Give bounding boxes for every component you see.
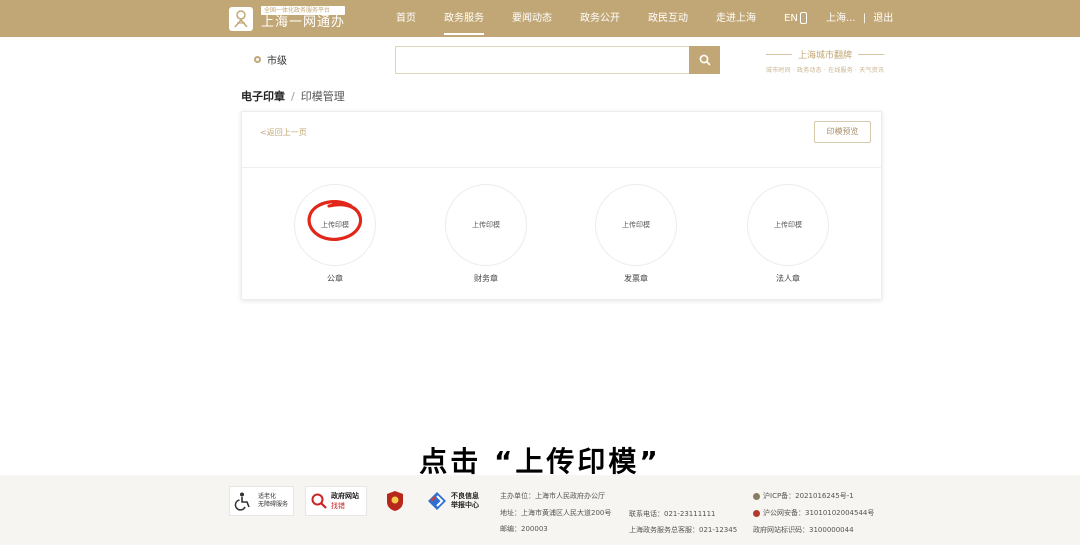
- back-link[interactable]: <返回上一页: [260, 127, 307, 138]
- seal-item-legal-rep: 上传印模 法人章: [747, 184, 829, 284]
- police-text: 沪公网安备：31010102004544号: [763, 509, 875, 517]
- party-emblem-badge[interactable]: [383, 486, 407, 516]
- elder-badge-line2: 无障碍服务: [258, 501, 289, 508]
- upload-seal-button[interactable]: 上传印模: [294, 184, 376, 266]
- footer-icp[interactable]: 沪ICP备：2021016245号-1: [753, 491, 854, 501]
- police-badge-icon: [753, 509, 760, 517]
- nav-item-gov-services[interactable]: 政务服务: [444, 0, 484, 37]
- footer-address: 地址：上海市黄浦区人民大道200号: [500, 509, 612, 517]
- site-footer: 适老化 无障碍服务 政府网站 找错 不良信息 举报中心 主办单位：上海市人民政府…: [0, 475, 1080, 545]
- brand-subtitle: 城市时间 · 政务动态 · 在线服务 · 天气资讯: [765, 67, 885, 74]
- seal-label: 公章: [327, 274, 343, 283]
- accessibility-icon: [234, 492, 250, 511]
- user-name[interactable]: 上海...: [826, 13, 856, 24]
- upload-seal-button[interactable]: 上传印模: [747, 184, 829, 266]
- seal-label: 发票章: [624, 274, 648, 283]
- report-center-icon: [428, 492, 446, 510]
- nav-item-interaction[interactable]: 政民互动: [648, 0, 688, 37]
- icp-text: 沪ICP备：2021016245号-1: [763, 492, 854, 500]
- user-divider: |: [862, 13, 867, 24]
- footer-police-record[interactable]: 沪公网安备：31010102004544号: [753, 508, 874, 518]
- top-nav-bar: 全国一体化政务服务平台 上海一网通办 首页 政务服务 要闻动态 政务公开 政民互…: [0, 0, 1080, 37]
- seal-list: 上传印模 公章 上传印模 财务章 上传印模 发票章 上传印模 法人章: [242, 184, 883, 284]
- search-input[interactable]: [395, 46, 689, 74]
- breadcrumb-page: 印模管理: [300, 90, 345, 103]
- footer-phone: 联系电话：021-23111111: [629, 510, 716, 518]
- panel-header: <返回上一页 印模预览: [242, 112, 881, 168]
- nav-item-english[interactable]: EN: [784, 0, 798, 37]
- logo-subtitle: 全国一体化政务服务平台: [261, 6, 346, 15]
- seal-preview-button[interactable]: 印模预览: [814, 121, 871, 143]
- city-brand-banner[interactable]: 上海城市翻牌 城市时间 · 政务动态 · 在线服务 · 天气资讯: [755, 48, 895, 74]
- seal-item-invoice: 上传印模 发票章: [595, 184, 677, 284]
- breadcrumb-separator: /: [291, 89, 295, 103]
- gov-badge-line2: 找错: [331, 501, 345, 510]
- icp-badge-icon: [753, 492, 760, 500]
- footer-sponsor: 主办单位：上海市人民政府办公厅: [500, 492, 605, 500]
- report-badge-line2: 举报中心: [451, 501, 479, 509]
- location-pin-icon: [254, 56, 261, 63]
- region-label: 市级: [267, 56, 287, 67]
- breadcrumb: 电子印章 / 印模管理: [241, 88, 345, 104]
- magnifier-icon: [311, 493, 327, 509]
- mobile-phone-icon[interactable]: [800, 12, 807, 24]
- logo-title: 上海一网通办: [261, 15, 346, 30]
- user-area: 上海... | 退出: [826, 0, 893, 37]
- upload-seal-button[interactable]: 上传印模: [595, 184, 677, 266]
- nav-item-gov-open[interactable]: 政务公开: [580, 0, 620, 37]
- seal-management-panel: <返回上一页 印模预览 上传印模 公章 上传印模 财务章 上传印模 发票章 上传…: [241, 111, 882, 300]
- footer-site-code: 政府网站标识码：3100000044: [753, 526, 854, 534]
- upload-seal-button[interactable]: 上传印模: [445, 184, 527, 266]
- search-button[interactable]: [689, 46, 720, 74]
- elder-badge-line1: 适老化: [258, 493, 277, 500]
- breadcrumb-current-section[interactable]: 电子印章: [241, 88, 285, 104]
- seal-label: 法人章: [776, 274, 800, 283]
- site-logo[interactable]: 全国一体化政务服务平台 上海一网通办: [229, 6, 346, 31]
- nav-item-home[interactable]: 首页: [396, 0, 416, 37]
- report-center-badge[interactable]: 不良信息 举报中心: [423, 486, 485, 516]
- gov-site-error-badge[interactable]: 政府网站 找错: [305, 486, 367, 516]
- footer-postcode: 邮编：200003: [500, 525, 548, 533]
- main-nav: 首页 政务服务 要闻动态 政务公开 政民互动 走进上海 EN: [396, 0, 826, 37]
- report-badge-line1: 不良信息: [451, 492, 479, 500]
- gov-badge-line1: 政府网站: [331, 491, 359, 500]
- footer-hotline: 上海政务服务总客服：021-12345: [629, 526, 738, 534]
- seal-label: 财务章: [474, 274, 498, 283]
- search-icon: [699, 54, 711, 66]
- seal-item-official: 上传印模 公章: [294, 184, 376, 284]
- nav-item-news[interactable]: 要闻动态: [512, 0, 552, 37]
- logo-emblem-icon: [229, 6, 253, 31]
- brand-title: 上海城市翻牌: [755, 48, 895, 61]
- seal-item-finance: 上传印模 财务章: [445, 184, 527, 284]
- region-selector[interactable]: 市级: [254, 52, 287, 67]
- party-emblem-icon: [387, 491, 403, 511]
- logout-link[interactable]: 退出: [873, 13, 893, 24]
- nav-item-shanghai[interactable]: 走进上海: [716, 0, 756, 37]
- video-caption: 点击 “上传印模”: [419, 445, 661, 478]
- elder-friendly-badge[interactable]: 适老化 无障碍服务: [229, 486, 294, 516]
